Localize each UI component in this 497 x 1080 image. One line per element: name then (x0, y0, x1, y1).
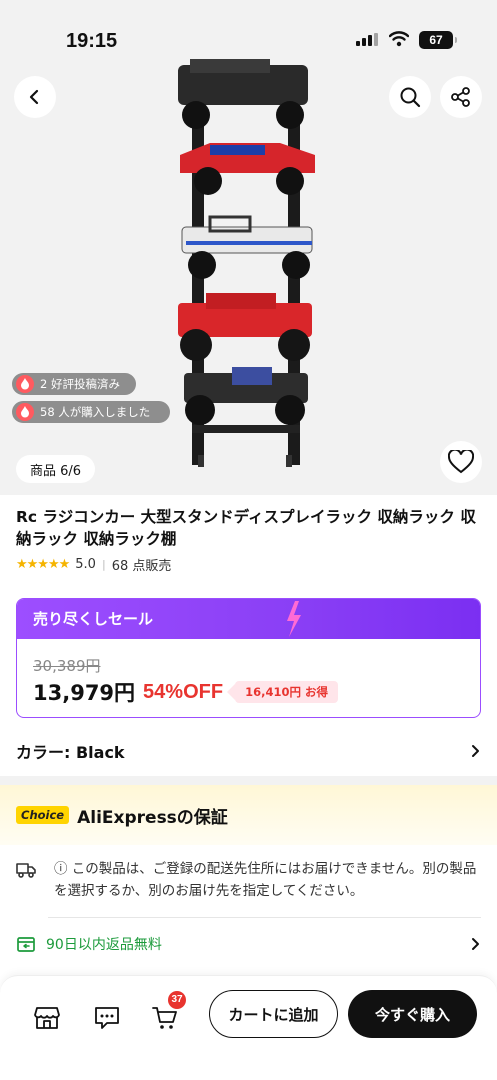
delivery-notice: ⓘ この製品は、ご登録の配送先住所にはお届けできません。別の製品を選択するか、別… (16, 858, 481, 902)
discount-percent: 54%OFF (143, 680, 224, 703)
sale-label: 売り尽くしセール (33, 610, 154, 628)
review-count-text: 2 好評投稿済み (40, 377, 120, 391)
sale-price-card: 売り尽くしセール 30,389円 13,979円 54%OFF 16,410円 … (16, 598, 481, 718)
flame-icon (16, 375, 34, 393)
sold-count: 68 点販売 (111, 559, 172, 574)
divider (48, 917, 481, 918)
lightning-icon (287, 601, 301, 637)
search-icon (400, 87, 421, 108)
review-count-badge: 2 好評投稿済み (12, 373, 136, 395)
color-variant-selector[interactable]: カラー: Black (0, 730, 497, 772)
separator: | (101, 558, 106, 571)
heart-icon (448, 450, 474, 474)
chevron-right-icon (472, 938, 479, 950)
cellular-signal-icon (356, 33, 378, 46)
status-time: 19:15 (66, 30, 118, 52)
free-returns-row[interactable]: 90日以内返品無料 (16, 928, 481, 960)
chat-icon (95, 1007, 119, 1029)
current-price: 13,979円 (33, 681, 136, 705)
price-line: 13,979円 54%OFF 16,410円 お得 (33, 677, 338, 707)
original-price: 30,389円 (33, 657, 101, 675)
product-image (178, 59, 315, 467)
color-label: カラー: Black (16, 743, 125, 762)
flame-icon (16, 403, 34, 421)
section-divider (0, 776, 497, 785)
choice-badge: Choice (16, 806, 70, 824)
product-title: Rc ラジコンカー 大型スタンドディスプレイラック 収納ラック 収納ラック 収納… (16, 508, 476, 548)
return-box-icon (17, 937, 35, 952)
guarantee-title: AliExpressの保証 (77, 807, 228, 828)
savings-tag: 16,410円 お得 (227, 681, 338, 703)
bottom-action-bar: 37 カートに追加 今すぐ購入 (0, 975, 497, 1080)
wifi-icon (389, 31, 409, 47)
buy-now-button[interactable]: 今すぐ購入 (348, 990, 477, 1038)
truck-icon (16, 863, 36, 878)
wishlist-button[interactable] (440, 441, 482, 483)
status-bar: 19:15 67 (0, 0, 497, 80)
delivery-notice-text: ⓘ この製品は、ご登録の配送先住所にはお届けできません。別の製品を選択するか、別… (54, 861, 477, 899)
cart-icon (152, 1007, 177, 1029)
chat-button[interactable] (89, 1000, 125, 1036)
share-icon (451, 87, 470, 107)
aliexpress-guarantee-header: Choice AliExpressの保証 (0, 785, 497, 845)
store-icon (34, 1007, 60, 1029)
image-counter: 商品 6/6 (16, 455, 96, 483)
purchase-count-badge: 58 人が購入しました (12, 401, 170, 423)
back-button[interactable] (14, 76, 56, 118)
rating-row[interactable]: ★★★★★ 5.0 | 68 点販売 (16, 555, 171, 574)
star-rating-icon: ★★★★★ (16, 557, 70, 572)
share-button[interactable] (440, 76, 482, 118)
free-returns-text: 90日以内返品無料 (46, 937, 162, 953)
cart-count-badge: 37 (168, 991, 186, 1009)
sale-header: 売り尽くしセール (17, 599, 480, 639)
chevron-left-icon (29, 89, 39, 105)
search-button[interactable] (389, 76, 431, 118)
store-button[interactable] (29, 1000, 65, 1036)
add-to-cart-button[interactable]: カートに追加 (209, 990, 338, 1038)
rating-value: 5.0 (75, 557, 96, 572)
battery-indicator: 67 (419, 31, 457, 49)
purchase-count-text: 58 人が購入しました (40, 405, 151, 419)
chevron-right-icon (472, 745, 479, 757)
